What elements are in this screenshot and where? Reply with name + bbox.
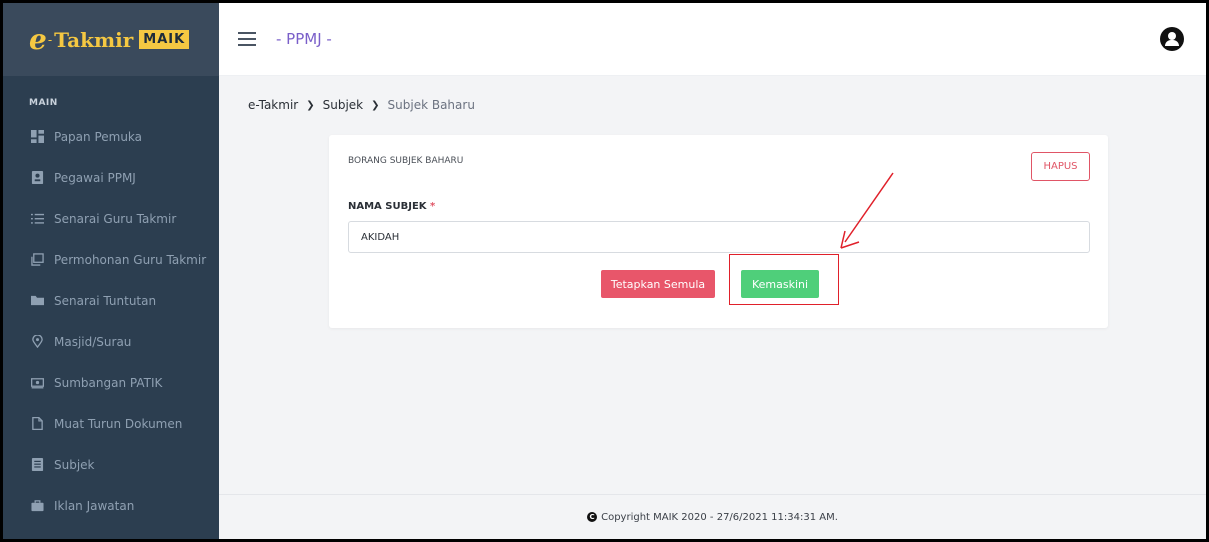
breadcrumb-item-home[interactable]: e-Takmir xyxy=(248,98,298,112)
footer-text: Copyright MAIK 2020 - 27/6/2021 11:34:31… xyxy=(601,511,838,523)
chevron-right-icon: ❯ xyxy=(306,99,315,111)
sidebar-item-masjid-surau[interactable]: Masjid/Surau xyxy=(3,321,219,362)
form-title: BORANG SUBJEK BAHARU xyxy=(348,156,464,166)
sidebar-section-title: MAIN xyxy=(29,98,58,108)
sidebar-item-papan-pemuka[interactable]: Papan Pemuka xyxy=(3,116,219,157)
sidebar-item-label: Iklan Jawatan xyxy=(54,498,135,513)
sidebar: e - Takmir MAIK MAIN Papan Pemuka Pegawa… xyxy=(3,3,219,539)
folder-icon xyxy=(29,294,45,308)
sidebar-item-label: Subjek xyxy=(54,457,95,472)
logo[interactable]: e - Takmir MAIK xyxy=(3,3,219,76)
sidebar-item-muat-turun-dokumen[interactable]: Muat Turun Dokumen xyxy=(3,403,219,444)
update-button[interactable]: Kemaskini xyxy=(741,270,819,298)
sidebar-item-pegawai-ppmj[interactable]: Pegawai PPMJ xyxy=(3,157,219,198)
breadcrumb: e-Takmir ❯ Subjek ❯ Subjek Baharu xyxy=(248,98,475,112)
logo-brand: MAIK xyxy=(139,30,190,49)
chevron-right-icon: ❯ xyxy=(371,99,380,111)
user-avatar-icon[interactable] xyxy=(1160,27,1184,51)
reset-button[interactable]: Tetapkan Semula xyxy=(601,270,715,298)
app-window: e - Takmir MAIK MAIN Papan Pemuka Pegawa… xyxy=(0,0,1209,542)
logo-mark: e - Takmir MAIK xyxy=(29,23,201,57)
field-label: NAMA SUBJEK * xyxy=(348,201,435,212)
sidebar-item-label: Muat Turun Dokumen xyxy=(54,416,183,431)
briefcase-icon xyxy=(29,499,45,513)
sidebar-item-subjek[interactable]: Subjek xyxy=(3,444,219,485)
footer: C Copyright MAIK 2020 - 27/6/2021 11:34:… xyxy=(219,494,1206,539)
sidebar-item-iklan-jawatan[interactable]: Iklan Jawatan xyxy=(3,485,219,526)
logo-script: e xyxy=(29,23,47,56)
page-title: - PPMJ - xyxy=(276,30,332,48)
form-card: BORANG SUBJEK BAHARU HAPUS NAMA SUBJEK *… xyxy=(329,135,1108,328)
sidebar-item-label: Permohonan Guru Takmir xyxy=(54,252,207,267)
logo-name: Takmir xyxy=(54,27,134,52)
main-content: e-Takmir ❯ Subjek ❯ Subjek Baharu BORANG… xyxy=(219,76,1206,494)
money-icon xyxy=(29,376,45,390)
book-icon xyxy=(29,458,45,472)
file-icon xyxy=(29,417,45,431)
copy-icon xyxy=(29,253,45,267)
sidebar-item-label: Masjid/Surau xyxy=(54,334,132,349)
subject-name-input[interactable]: AKIDAH xyxy=(348,221,1090,253)
breadcrumb-item-current: Subjek Baharu xyxy=(387,98,475,112)
sidebar-item-label: Senarai Tuntutan xyxy=(54,293,157,308)
copyright-icon: C xyxy=(587,512,598,522)
id-card-icon xyxy=(29,171,45,185)
sidebar-item-sumbangan-patik[interactable]: Sumbangan PATIK xyxy=(3,362,219,403)
logo-dash: - xyxy=(47,32,53,47)
map-pin-icon xyxy=(29,335,45,349)
sidebar-item-label: Senarai Guru Takmir xyxy=(54,211,177,226)
menu-toggle-icon[interactable] xyxy=(238,32,256,46)
annotation-arrow xyxy=(840,172,894,249)
breadcrumb-item-subjek[interactable]: Subjek xyxy=(323,98,364,112)
list-icon xyxy=(29,212,45,226)
sidebar-item-label: Sumbangan PATIK xyxy=(54,375,163,390)
topbar: - PPMJ - xyxy=(219,3,1206,76)
delete-button[interactable]: HAPUS xyxy=(1031,152,1090,181)
sidebar-item-senarai-guru-takmir[interactable]: Senarai Guru Takmir xyxy=(3,198,219,239)
dashboard-icon xyxy=(29,130,45,144)
sidebar-item-senarai-tuntutan[interactable]: Senarai Tuntutan xyxy=(3,280,219,321)
sidebar-item-label: Papan Pemuka xyxy=(54,129,143,144)
sidebar-item-permohonan-guru-takmir[interactable]: Permohonan Guru Takmir xyxy=(3,239,219,280)
sidebar-item-label: Pegawai PPMJ xyxy=(54,170,136,185)
field-label-text: NAMA SUBJEK xyxy=(348,201,427,212)
required-mark: * xyxy=(430,201,436,212)
